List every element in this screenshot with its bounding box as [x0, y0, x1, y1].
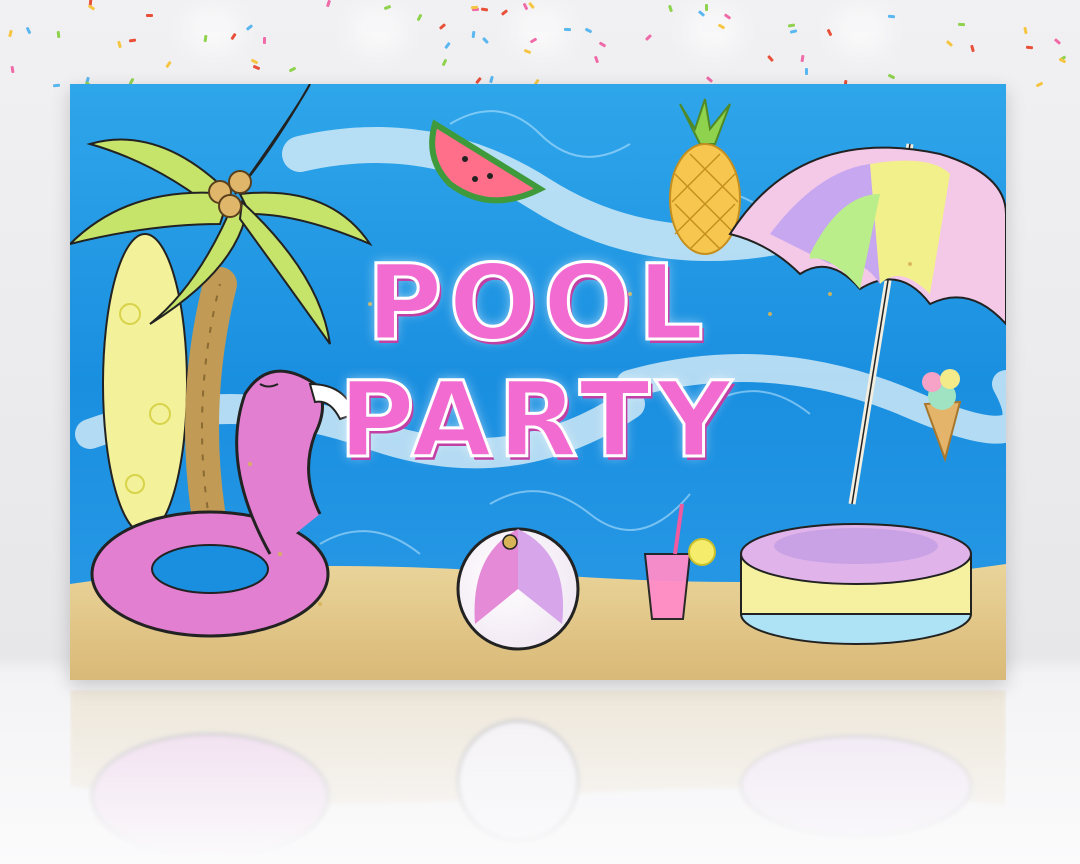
confetti-piece: [523, 48, 532, 55]
confetti-piece: [128, 38, 137, 43]
confetti-piece: [644, 33, 653, 42]
confetti-piece: [230, 32, 237, 41]
confetti-piece: [416, 13, 423, 22]
confetti-piece: [52, 83, 61, 88]
title-party: PARTY: [337, 358, 738, 483]
confetti-piece: [704, 3, 709, 12]
confetti-piece: [10, 65, 15, 74]
confetti-piece: [482, 36, 489, 45]
confetti-piece: [957, 22, 966, 27]
ceiling-light: [365, 18, 391, 32]
beach-ball-icon: [456, 527, 580, 651]
confetti-piece: [250, 58, 259, 65]
confetti-piece: [471, 30, 476, 39]
floor-reflection: [70, 690, 1006, 860]
confetti-piece: [500, 9, 509, 16]
confetti-piece: [826, 28, 833, 37]
confetti-piece: [117, 40, 122, 49]
confetti-piece: [528, 1, 535, 10]
confetti-piece: [325, 0, 332, 8]
ceiling-light: [200, 18, 226, 32]
confetti-piece: [146, 14, 153, 17]
confetti-piece: [887, 14, 896, 19]
confetti-piece: [1053, 38, 1062, 45]
confetti-piece: [252, 64, 261, 71]
confetti-piece: [787, 23, 796, 28]
confetti-piece: [767, 54, 774, 63]
room-wall: POOL PARTY: [0, 0, 1080, 864]
confetti-piece: [8, 29, 13, 38]
confetti-piece: [438, 23, 447, 30]
confetti-piece: [584, 27, 593, 34]
confetti-piece: [705, 76, 714, 83]
confetti-piece: [203, 34, 208, 43]
confetti-piece: [945, 40, 954, 47]
confetti-piece: [697, 10, 706, 17]
confetti-piece: [480, 7, 489, 12]
confetti-piece: [56, 30, 61, 39]
confetti-piece: [262, 36, 267, 45]
confetti-piece: [165, 60, 172, 69]
confetti-piece: [789, 29, 798, 34]
confetti-piece: [25, 26, 32, 35]
ceiling-light: [848, 18, 874, 32]
confetti-piece: [444, 41, 451, 50]
confetti-piece: [667, 4, 674, 13]
confetti-piece: [593, 55, 600, 64]
confetti-piece: [563, 27, 572, 32]
confetti-piece: [529, 37, 538, 44]
confetti-piece: [470, 5, 479, 10]
confetti-piece: [383, 4, 392, 11]
confetti-piece: [1035, 81, 1044, 88]
confetti-piece: [800, 54, 805, 63]
confetti-piece: [887, 73, 896, 80]
confetti-piece: [1025, 45, 1034, 50]
confetti-piece: [87, 4, 96, 11]
title-pool: POOL: [365, 241, 710, 366]
confetti-piece: [245, 24, 254, 31]
ceiling-light: [528, 18, 554, 32]
confetti-piece: [441, 58, 448, 67]
confetti-piece: [598, 41, 607, 48]
confetti-piece: [805, 68, 808, 75]
inflatable-pool-icon: [740, 523, 972, 645]
pool-party-backdrop: POOL PARTY: [70, 84, 1006, 680]
confetti-piece: [1023, 26, 1028, 35]
confetti-piece: [489, 75, 494, 84]
confetti-piece: [288, 66, 297, 73]
confetti-piece: [970, 44, 975, 53]
